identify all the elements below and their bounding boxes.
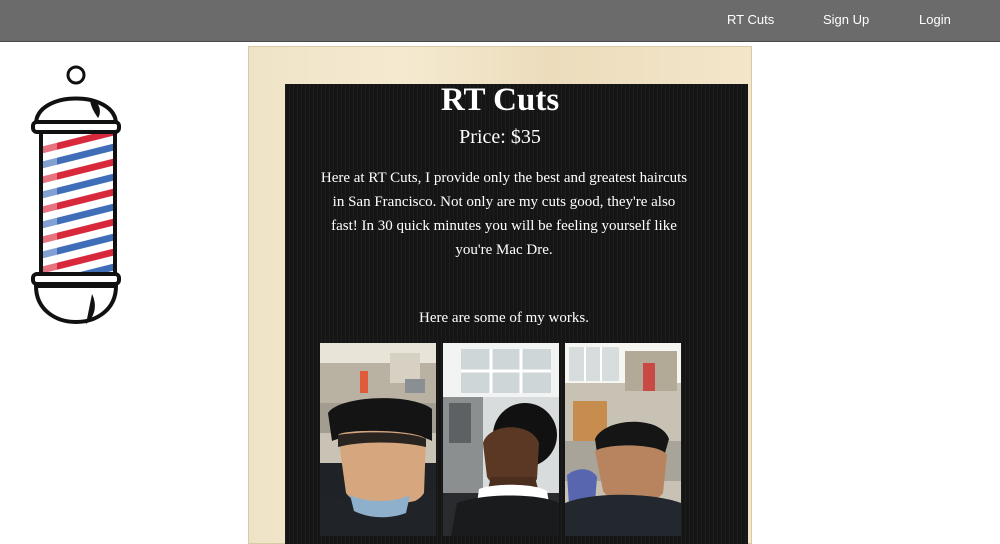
nav-link-sign-up[interactable]: Sign Up: [823, 12, 869, 27]
page-title: RT Cuts: [440, 82, 560, 118]
price-label: Price: $35: [459, 126, 541, 148]
nav-link-rt-cuts[interactable]: RT Cuts: [727, 12, 774, 27]
description-text: Here at RT Cuts, I provide only the best…: [320, 170, 688, 258]
haircut-photo-3[interactable]: [565, 343, 681, 536]
nav-link-login[interactable]: Login: [919, 12, 951, 27]
haircut-photo-1[interactable]: [320, 343, 436, 536]
haircut-photo-2[interactable]: [443, 343, 559, 536]
works-heading: Here are some of my works.: [419, 310, 589, 326]
top-navbar: RT Cuts Sign Up Login: [0, 0, 1000, 42]
